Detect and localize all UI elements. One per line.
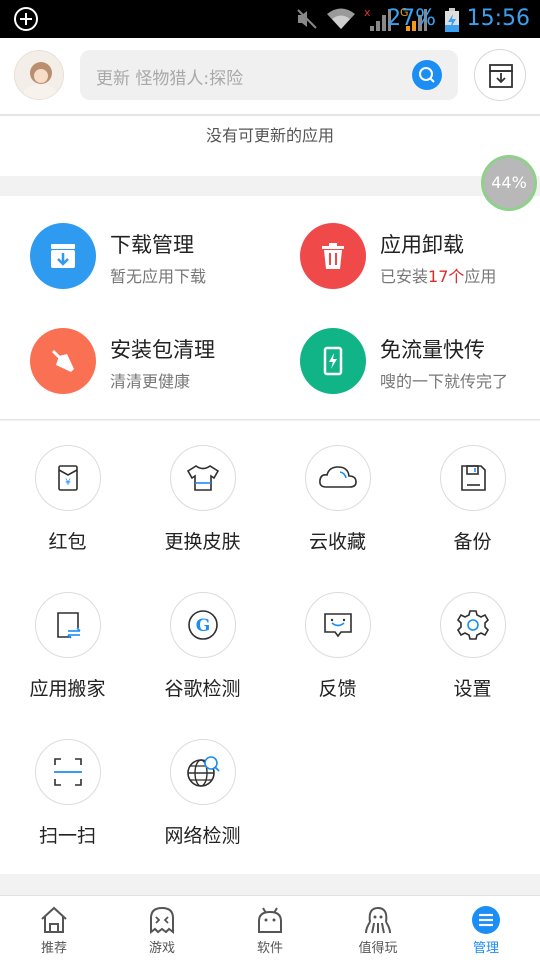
clock: 15:56	[466, 6, 530, 31]
octopus-icon	[361, 904, 395, 936]
phone-bolt-icon	[300, 328, 366, 394]
features-panel: 下载管理 暂无应用下载 应用卸载 已安装17个应用 安装包清理 清清更健康 免流…	[0, 196, 540, 420]
tool-label: 红包	[48, 531, 87, 553]
broom-icon	[30, 328, 96, 394]
download-manager-button[interactable]	[474, 49, 526, 101]
tool-backup[interactable]: 备份	[405, 421, 540, 553]
battery-icon	[445, 8, 459, 32]
mute-icon	[297, 9, 317, 29]
google-icon: G	[170, 592, 236, 658]
memory-accelerator-ball[interactable]: 44%	[484, 158, 534, 208]
nav-item-manage[interactable]: 管理	[432, 896, 540, 960]
nav-item-software[interactable]: 软件	[216, 896, 324, 960]
tshirt-icon	[170, 445, 236, 511]
search-button[interactable]	[412, 60, 442, 90]
svg-text:x: x	[364, 6, 371, 19]
download-manager-icon	[489, 64, 513, 88]
wifi-icon	[327, 8, 355, 29]
feature-title: 免流量快传	[380, 338, 485, 362]
trash-icon	[300, 223, 366, 289]
search-placeholder: 更新 怪物猎人:探险	[96, 69, 244, 89]
tool-change-skin[interactable]: 更换皮肤	[135, 421, 270, 553]
avatar[interactable]	[14, 50, 64, 100]
globe-search-icon	[170, 739, 236, 805]
top-header: 更新 怪物猎人:探险	[0, 38, 540, 114]
tool-label: 谷歌检测	[164, 678, 241, 700]
android-icon	[253, 904, 287, 936]
feature-title: 应用卸载	[380, 233, 464, 257]
tool-label: 网络检测	[164, 825, 241, 847]
avatar-image	[15, 51, 63, 99]
feedback-icon	[305, 592, 371, 658]
tool-label: 云收藏	[308, 531, 366, 553]
package-cleanup[interactable]: 安装包清理 清清更健康	[30, 328, 270, 398]
tool-network-check[interactable]: 网络检测	[135, 715, 270, 847]
tool-feedback[interactable]: 反馈	[270, 568, 405, 700]
installed-count: 17个	[428, 267, 465, 286]
tool-cloud-favorites[interactable]: 云收藏	[270, 421, 405, 553]
scan-icon	[35, 739, 101, 805]
update-status-text: 没有可更新的应用	[205, 126, 334, 145]
tool-google-check[interactable]: G 谷歌检测	[135, 568, 270, 700]
red-envelope-icon: ¥	[35, 445, 101, 511]
nav-item-games[interactable]: 游戏	[108, 896, 216, 960]
gear-icon	[440, 592, 506, 658]
feature-subtitle: 已安装17个应用	[380, 267, 497, 286]
feature-title: 安装包清理	[110, 338, 215, 362]
tools-grid: ¥ 红包 更换皮肤 云收藏 备份 应用搬家 G 谷歌检测 反馈 设置 扫一扫 网…	[0, 421, 540, 874]
nav-item-worth-playing[interactable]: 值得玩	[324, 896, 432, 960]
nav-label: 值得玩	[358, 941, 398, 956]
svg-text:G: G	[196, 616, 211, 636]
tool-label: 应用搬家	[29, 678, 106, 700]
feature-subtitle: 暂无应用下载	[110, 267, 207, 286]
download-management[interactable]: 下载管理 暂无应用下载	[30, 223, 270, 293]
download-icon	[30, 223, 96, 289]
transfer-icon	[35, 592, 101, 658]
nav-label: 推荐	[40, 941, 67, 956]
tool-scan[interactable]: 扫一扫	[0, 715, 135, 847]
feature-title: 下载管理	[110, 233, 194, 257]
tool-label: 反馈	[318, 678, 357, 700]
status-bar: x G 27% 15:56	[0, 0, 540, 38]
feature-subtitle: 清清更健康	[110, 372, 191, 391]
tool-settings[interactable]: 设置	[405, 568, 540, 700]
floppy-icon	[440, 445, 506, 511]
nav-label: 管理	[472, 941, 499, 956]
zero-data-transfer[interactable]: 免流量快传 嗖的一下就传完了	[300, 328, 540, 398]
ghost-icon	[145, 904, 179, 936]
tool-label: 备份	[453, 531, 492, 553]
search-bar[interactable]: 更新 怪物猎人:探险	[80, 50, 458, 100]
feature-subtitle: 嗖的一下就传完了	[380, 372, 509, 391]
bottom-navigation: 推荐 游戏 软件 值得玩 管理	[0, 895, 540, 960]
tool-red-envelope[interactable]: ¥ 红包	[0, 421, 135, 553]
battery-percent: 27%	[387, 6, 436, 31]
nav-label: 游戏	[148, 941, 175, 956]
tool-app-move[interactable]: 应用搬家	[0, 568, 135, 700]
nav-item-recommend[interactable]: 推荐	[0, 896, 108, 960]
tool-label: 更换皮肤	[164, 531, 241, 553]
app-uninstall[interactable]: 应用卸载 已安装17个应用	[300, 223, 540, 293]
update-status-panel: 没有可更新的应用	[0, 114, 540, 176]
tool-label: 设置	[453, 678, 492, 700]
cloud-icon	[305, 445, 371, 511]
svg-text:¥: ¥	[65, 478, 71, 488]
tool-label: 扫一扫	[38, 825, 96, 847]
home-icon	[37, 904, 71, 936]
nav-label: 软件	[256, 941, 283, 956]
add-notification-icon	[14, 7, 38, 31]
search-icon	[419, 67, 435, 83]
manage-icon	[469, 904, 503, 936]
